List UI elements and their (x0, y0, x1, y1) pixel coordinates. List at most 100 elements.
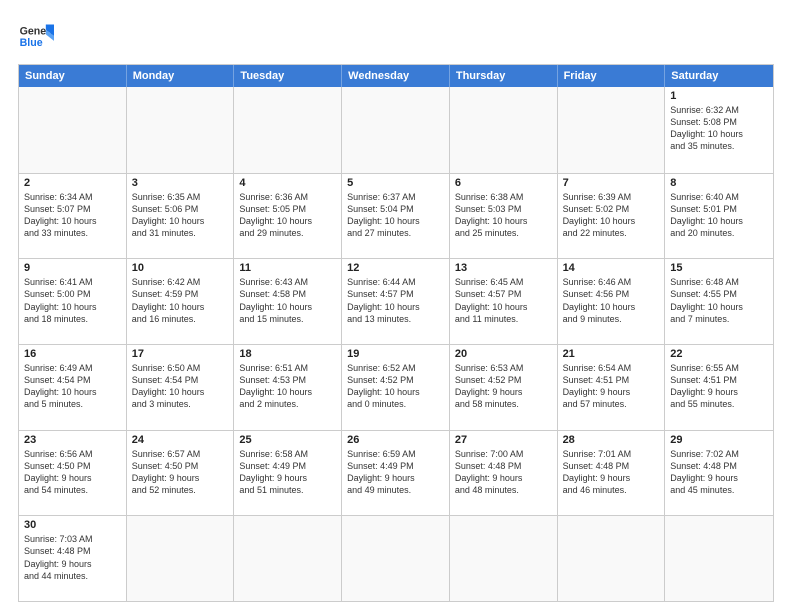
calendar-cell (450, 516, 558, 601)
calendar: SundayMondayTuesdayWednesdayThursdayFrid… (18, 64, 774, 602)
day-info: Sunrise: 6:42 AM Sunset: 4:59 PM Dayligh… (132, 276, 229, 325)
day-number: 11 (239, 262, 336, 274)
calendar-cell: 22Sunrise: 6:55 AM Sunset: 4:51 PM Dayli… (665, 345, 773, 430)
calendar-cell: 30Sunrise: 7:03 AM Sunset: 4:48 PM Dayli… (19, 516, 127, 601)
day-number: 14 (563, 262, 660, 274)
day-info: Sunrise: 6:55 AM Sunset: 4:51 PM Dayligh… (670, 362, 768, 411)
calendar-cell: 25 Sunrise: 6:58 AM Sunset: 4:49 PM Dayli… (234, 431, 342, 516)
day-info: Sunrise: 6:35 AM Sunset: 5:06 PM Dayligh… (132, 191, 229, 240)
day-info: Sunrise: 6:56 AM Sunset: 4:50 PM Dayligh… (24, 448, 121, 497)
calendar-cell: 1Sunrise: 6:32 AM Sunset: 5:08 PM Daylig… (665, 87, 773, 173)
day-number: 2 (24, 177, 121, 189)
calendar-cell: 9 Sunrise: 6:41 AM Sunset: 5:00 PM Daylig… (19, 259, 127, 344)
day-number: 9 (24, 262, 121, 274)
day-number: 13 (455, 262, 552, 274)
day-info: Sunrise: 6:36 AM Sunset: 5:05 PM Dayligh… (239, 191, 336, 240)
day-info: Sunrise: 7:02 AM Sunset: 4:48 PM Dayligh… (670, 448, 768, 497)
calendar-cell: 14 Sunrise: 6:46 AM Sunset: 4:56 PM Dayli… (558, 259, 666, 344)
calendar-cell (450, 87, 558, 173)
calendar-cell: 4 Sunrise: 6:36 AM Sunset: 5:05 PM Daylig… (234, 174, 342, 259)
calendar-cell: 20 Sunrise: 6:53 AM Sunset: 4:52 PM Dayli… (450, 345, 558, 430)
day-number: 21 (563, 348, 660, 360)
day-number: 26 (347, 434, 444, 446)
day-number: 5 (347, 177, 444, 189)
calendar-cell: 13 Sunrise: 6:45 AM Sunset: 4:57 PM Dayli… (450, 259, 558, 344)
calendar-cell (127, 516, 235, 601)
logo: General Blue (18, 18, 54, 54)
day-info: Sunrise: 6:40 AM Sunset: 5:01 PM Dayligh… (670, 191, 768, 240)
weekday-header: Sunday (19, 65, 127, 87)
calendar-cell: 12 Sunrise: 6:44 AM Sunset: 4:57 PM Dayli… (342, 259, 450, 344)
weekday-header: Tuesday (234, 65, 342, 87)
day-info: Sunrise: 6:38 AM Sunset: 5:03 PM Dayligh… (455, 191, 552, 240)
day-number: 18 (239, 348, 336, 360)
calendar-cell: 24Sunrise: 6:57 AM Sunset: 4:50 PM Dayli… (127, 431, 235, 516)
calendar-cell (342, 87, 450, 173)
calendar-cell: 18Sunrise: 6:51 AM Sunset: 4:53 PM Dayli… (234, 345, 342, 430)
calendar-cell: 7 Sunrise: 6:39 AM Sunset: 5:02 PM Daylig… (558, 174, 666, 259)
weekday-header: Thursday (450, 65, 558, 87)
calendar-cell: 8 Sunrise: 6:40 AM Sunset: 5:01 PM Daylig… (665, 174, 773, 259)
day-number: 27 (455, 434, 552, 446)
day-info: Sunrise: 6:58 AM Sunset: 4:49 PM Dayligh… (239, 448, 336, 497)
calendar-cell: 17 Sunrise: 6:50 AM Sunset: 4:54 PM Dayli… (127, 345, 235, 430)
day-info: Sunrise: 6:45 AM Sunset: 4:57 PM Dayligh… (455, 276, 552, 325)
day-number: 24 (132, 434, 229, 446)
calendar-cell (234, 516, 342, 601)
day-number: 3 (132, 177, 229, 189)
day-number: 16 (24, 348, 121, 360)
calendar-cell: 10 Sunrise: 6:42 AM Sunset: 4:59 PM Dayli… (127, 259, 235, 344)
calendar-cell: 21Sunrise: 6:54 AM Sunset: 4:51 PM Dayli… (558, 345, 666, 430)
calendar-cell: 23 Sunrise: 6:56 AM Sunset: 4:50 PM Dayli… (19, 431, 127, 516)
day-info: Sunrise: 7:00 AM Sunset: 4:48 PM Dayligh… (455, 448, 552, 497)
day-number: 10 (132, 262, 229, 274)
calendar-cell: 6Sunrise: 6:38 AM Sunset: 5:03 PM Daylig… (450, 174, 558, 259)
calendar-cell: 28 Sunrise: 7:01 AM Sunset: 4:48 PM Dayli… (558, 431, 666, 516)
day-number: 29 (670, 434, 768, 446)
page-header: General Blue (18, 18, 774, 54)
day-info: Sunrise: 6:46 AM Sunset: 4:56 PM Dayligh… (563, 276, 660, 325)
day-info: Sunrise: 6:44 AM Sunset: 4:57 PM Dayligh… (347, 276, 444, 325)
day-info: Sunrise: 7:01 AM Sunset: 4:48 PM Dayligh… (563, 448, 660, 497)
day-number: 28 (563, 434, 660, 446)
day-info: Sunrise: 6:32 AM Sunset: 5:08 PM Dayligh… (670, 104, 768, 153)
calendar-cell (558, 87, 666, 173)
day-number: 17 (132, 348, 229, 360)
calendar-cell (558, 516, 666, 601)
weekday-header: Wednesday (342, 65, 450, 87)
calendar-cell: 3 Sunrise: 6:35 AM Sunset: 5:06 PM Daylig… (127, 174, 235, 259)
day-number: 15 (670, 262, 768, 274)
calendar-cell (342, 516, 450, 601)
day-number: 7 (563, 177, 660, 189)
calendar-header: SundayMondayTuesdayWednesdayThursdayFrid… (19, 65, 773, 87)
calendar-cell (665, 516, 773, 601)
weekday-header: Monday (127, 65, 235, 87)
calendar-cell (19, 87, 127, 173)
day-info: Sunrise: 6:34 AM Sunset: 5:07 PM Dayligh… (24, 191, 121, 240)
weekday-header: Saturday (665, 65, 773, 87)
day-info: Sunrise: 6:52 AM Sunset: 4:52 PM Dayligh… (347, 362, 444, 411)
day-info: Sunrise: 6:59 AM Sunset: 4:49 PM Dayligh… (347, 448, 444, 497)
calendar-cell: 11 Sunrise: 6:43 AM Sunset: 4:58 PM Dayli… (234, 259, 342, 344)
day-number: 19 (347, 348, 444, 360)
day-number: 25 (239, 434, 336, 446)
calendar-cell: 29 Sunrise: 7:02 AM Sunset: 4:48 PM Dayli… (665, 431, 773, 516)
day-info: Sunrise: 6:53 AM Sunset: 4:52 PM Dayligh… (455, 362, 552, 411)
day-number: 12 (347, 262, 444, 274)
day-info: Sunrise: 6:43 AM Sunset: 4:58 PM Dayligh… (239, 276, 336, 325)
day-number: 4 (239, 177, 336, 189)
day-info: Sunrise: 6:50 AM Sunset: 4:54 PM Dayligh… (132, 362, 229, 411)
day-number: 23 (24, 434, 121, 446)
day-info: Sunrise: 6:41 AM Sunset: 5:00 PM Dayligh… (24, 276, 121, 325)
day-number: 8 (670, 177, 768, 189)
day-info: Sunrise: 6:39 AM Sunset: 5:02 PM Dayligh… (563, 191, 660, 240)
calendar-cell: 26 Sunrise: 6:59 AM Sunset: 4:49 PM Dayli… (342, 431, 450, 516)
calendar-cell: 2 Sunrise: 6:34 AM Sunset: 5:07 PM Daylig… (19, 174, 127, 259)
day-info: Sunrise: 6:49 AM Sunset: 4:54 PM Dayligh… (24, 362, 121, 411)
day-info: Sunrise: 6:48 AM Sunset: 4:55 PM Dayligh… (670, 276, 768, 325)
calendar-cell (234, 87, 342, 173)
calendar-body: 1Sunrise: 6:32 AM Sunset: 5:08 PM Daylig… (19, 87, 773, 601)
day-number: 20 (455, 348, 552, 360)
weekday-header: Friday (558, 65, 666, 87)
calendar-cell: 27 Sunrise: 7:00 AM Sunset: 4:48 PM Dayli… (450, 431, 558, 516)
